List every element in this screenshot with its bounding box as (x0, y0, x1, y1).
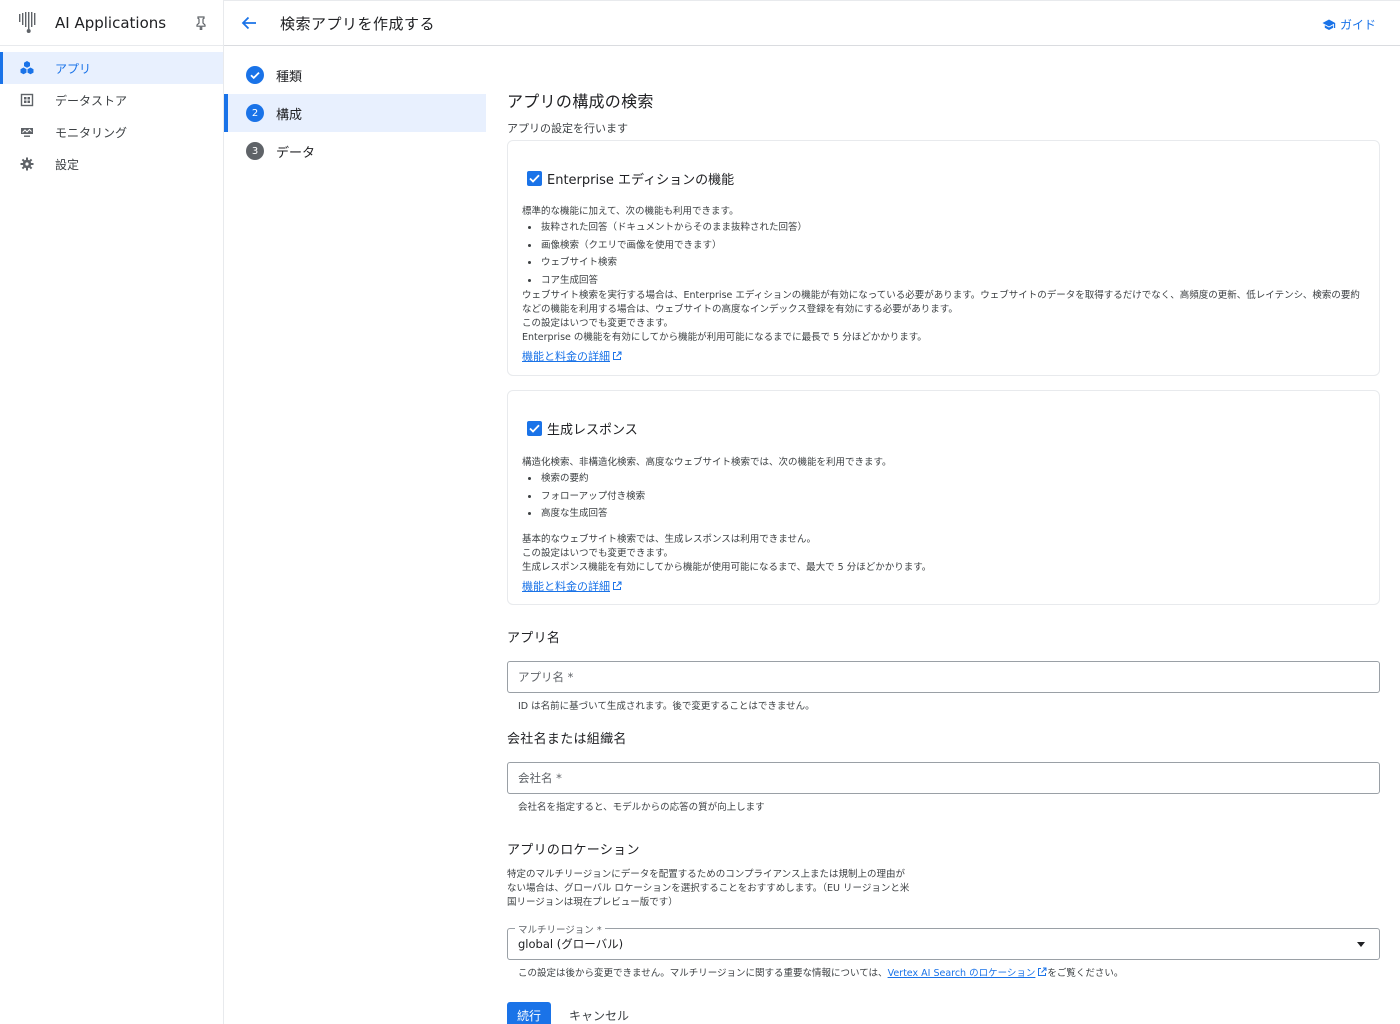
link-label: 機能と料金の詳細 (522, 350, 610, 363)
location-desc: 特定のマルチリージョンにデータを配置するためのコンプライアンス上または規制上の理… (507, 869, 905, 880)
check-icon (529, 174, 540, 183)
stepper: 種類 2 構成 3 データ (224, 56, 486, 170)
pin-icon[interactable] (195, 16, 207, 30)
list-item: フォローアップ付き検索 (522, 488, 1365, 506)
external-link-icon (613, 351, 622, 360)
generative-para: 基本的なウェブサイト検索では、生成レスポンスは利用できません。 (522, 533, 817, 545)
nav-item-settings[interactable]: 設定 (0, 148, 223, 180)
gear-icon (20, 157, 34, 171)
step-data[interactable]: 3 データ (224, 132, 486, 170)
main-content: アプリの構成の検索 アプリの設定を行います Enterprise エディションの… (507, 88, 1380, 1024)
datastore-icon (20, 93, 34, 107)
step-config[interactable]: 2 構成 (224, 94, 486, 132)
top-bar: 検索アプリを作成する ガイド (224, 0, 1400, 46)
company-section-title: 会社名または組織名 (507, 732, 627, 747)
nav-list: アプリ データストア モニタリング 設定 (0, 52, 223, 180)
generative-intro: 構造化検索、非構造化検索、高度なウェブサイト検索では、次の機能を利用できます。 (522, 457, 892, 468)
generative-para: この設定はいつでも変更できます。 (522, 547, 674, 559)
multiregion-value: global (グローバル) (518, 937, 624, 951)
enterprise-card: Enterprise エディションの機能 標準的な機能に加えて、次の機能も利用で… (507, 140, 1380, 376)
action-buttons: 続行 キャンセル (507, 1002, 1380, 1024)
section-subheading: アプリの設定を行います (507, 122, 628, 135)
left-nav: AI Applications アプリ データストア モニタリング 設定 (0, 0, 224, 1024)
check-circle-icon (246, 66, 264, 84)
location-hint-text: この設定は後から変更できません。マルチリージョンに関する重要な情報については、 (518, 968, 888, 979)
nav-item-monitoring[interactable]: モニタリング (0, 116, 223, 148)
enterprise-para: この設定はいつでも変更できます。 (522, 318, 674, 329)
step-number: 2 (246, 104, 264, 122)
external-link-icon (613, 581, 622, 590)
continue-button[interactable]: 続行 (507, 1002, 552, 1024)
company-name-input[interactable]: 会社名 * (507, 762, 1380, 794)
location-desc: 国リージョンは現在プレビュー版です） (507, 897, 678, 908)
section-heading: アプリの構成の検索 (507, 92, 654, 111)
vertex-location-link[interactable]: Vertex AI Search のロケーション (888, 965, 1048, 979)
location-hint-text: をご覧ください。 (1047, 968, 1124, 979)
step-number: 3 (246, 142, 264, 160)
list-item: ウェブサイト検索 (522, 254, 1365, 272)
enterprise-intro: 標準的な機能に加えて、次の機能も利用できます。 (522, 206, 739, 217)
list-item: 検索の要約 (522, 470, 1365, 488)
brand-header: AI Applications (0, 0, 223, 46)
list-item: コア生成回答 (522, 272, 1365, 290)
step-label: 種類 (276, 69, 303, 85)
generative-card: 生成レスポンス 構造化検索、非構造化検索、高度なウェブサイト検索では、次の機能を… (507, 390, 1380, 605)
link-label: 機能と料金の詳細 (522, 579, 610, 593)
back-arrow-icon[interactable] (240, 14, 258, 32)
ai-applications-logo-icon (19, 11, 36, 33)
generative-checkbox[interactable] (527, 421, 542, 436)
company-name-hint: 会社名を指定すると、モデルからの応答の質が向上します (518, 802, 765, 813)
check-icon (529, 424, 540, 433)
page-title: 検索アプリを作成する (280, 14, 436, 33)
location-desc: ない場合は、グローバル ロケーションを選択することをおすすめします。（EU リー… (507, 883, 910, 894)
guide-button[interactable]: ガイド (1322, 16, 1376, 33)
nav-item-datastore[interactable]: データストア (0, 84, 223, 116)
brand-title: AI Applications (55, 13, 167, 32)
step-label: 構成 (276, 107, 303, 123)
nav-item-label: アプリ (55, 61, 92, 76)
step-type[interactable]: 種類 (224, 56, 486, 94)
enterprise-checkbox-row[interactable]: Enterprise エディションの機能 (522, 169, 1365, 188)
generative-title: 生成レスポンス (547, 423, 638, 438)
generative-pricing-link[interactable]: 機能と料金の詳細 (522, 578, 622, 594)
school-icon (1322, 19, 1336, 30)
step-label: データ (276, 145, 316, 161)
nav-item-label: データストア (55, 93, 128, 108)
location-section-title: アプリのロケーション (507, 843, 640, 858)
apps-icon (20, 61, 34, 75)
external-link-icon (1038, 967, 1047, 976)
location-hint: この設定は後から変更できません。マルチリージョンに関する重要な情報については、 V… (507, 965, 1380, 979)
nav-item-label: 設定 (55, 157, 80, 172)
list-item: 高度な生成回答 (522, 505, 1365, 523)
multiregion-label: マルチリージョン * (515, 922, 605, 936)
generative-checkbox-row[interactable]: 生成レスポンス (522, 419, 1365, 438)
enterprise-title: Enterprise エディションの機能 (547, 173, 735, 188)
cancel-button[interactable]: キャンセル (569, 1007, 629, 1024)
generative-para: 生成レスポンス機能を有効にしてから機能が使用可能になるまで、最大で 5 分ほどか… (522, 561, 932, 573)
nav-item-apps[interactable]: アプリ (0, 52, 223, 84)
list-item: 抜粋された回答（ドキュメントからそのまま抜粋された回答） (522, 219, 1365, 237)
enterprise-pricing-link[interactable]: 機能と料金の詳細 (522, 348, 622, 364)
app-name-section-title: アプリ名 (507, 631, 561, 646)
app-name-input[interactable]: アプリ名 * (507, 661, 1380, 693)
enterprise-para: Enterprise の機能を有効にしてから機能が利用可能になるまでに最長で 5… (522, 332, 927, 343)
monitoring-icon (21, 128, 33, 137)
enterprise-checkbox[interactable] (527, 171, 542, 186)
app-name-hint: ID は名前に基づいて生成されます。後で変更することはできません。 (518, 701, 815, 712)
link-label: Vertex AI Search のロケーション (887, 968, 1036, 979)
dropdown-arrow-icon (1357, 942, 1365, 947)
list-item: 画像検索（クエリで画像を使用できます） (522, 237, 1365, 255)
nav-item-label: モニタリング (55, 125, 128, 140)
guide-label: ガイド (1339, 18, 1376, 32)
enterprise-para: ウェブサイト検索を実行する場合は、Enterprise エディションの機能が有効… (522, 290, 1360, 315)
multiregion-select[interactable]: マルチリージョン * global (グローバル) (507, 922, 1380, 960)
